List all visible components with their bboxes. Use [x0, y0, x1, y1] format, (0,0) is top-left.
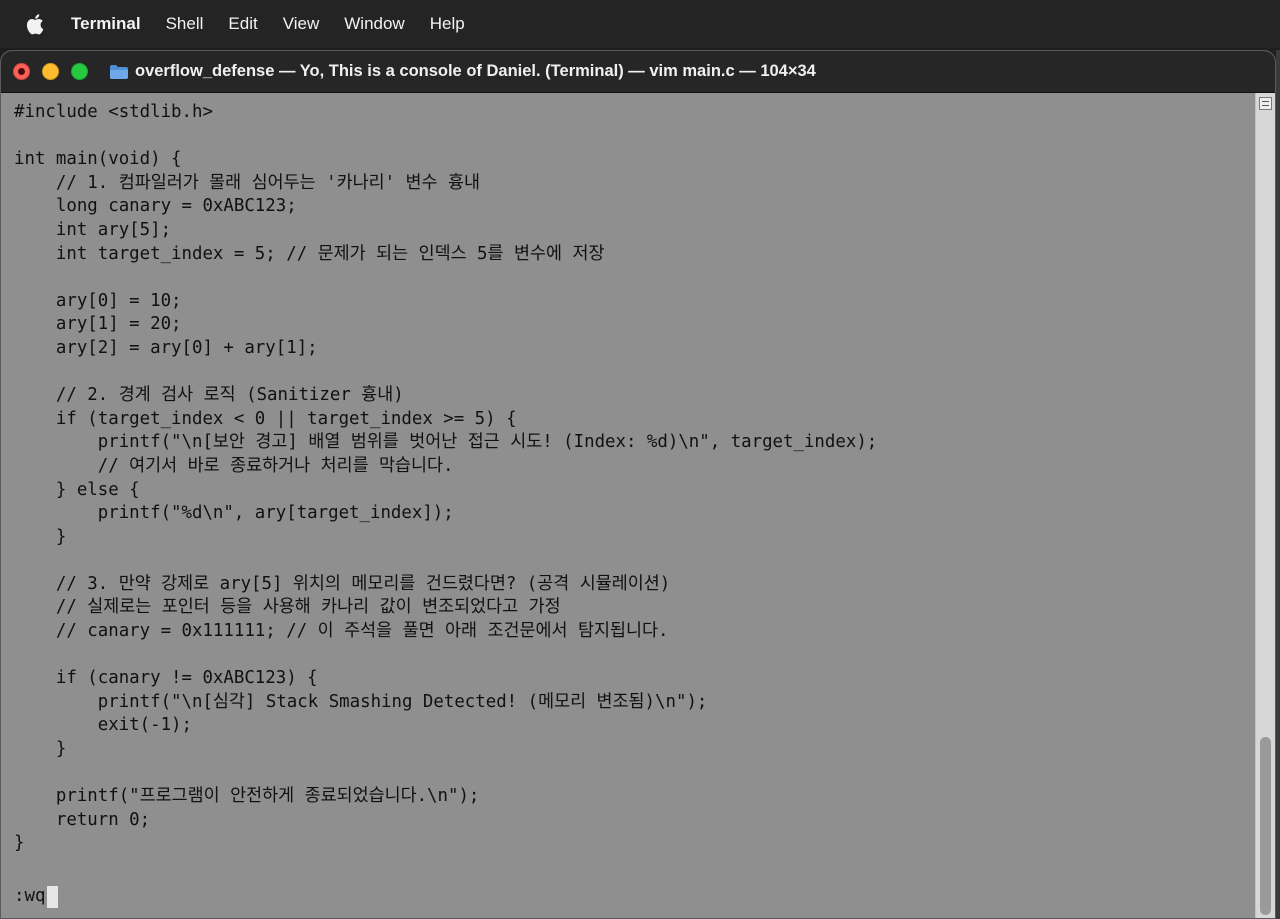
code-line: } [14, 526, 67, 547]
code-line: long canary = 0xABC123; [14, 196, 297, 217]
background-strip [1276, 50, 1280, 919]
code-line: // 2. 경계 검사 로직 (Sanitizer 흉내) [14, 385, 404, 406]
code-line: int target_index = 5; // 문제가 되는 인덱스 5를 변… [14, 243, 605, 264]
code-line: // canary = 0x111111; // 이 주석을 풀면 아래 조건문… [14, 621, 669, 642]
code-line: } [14, 833, 25, 854]
code-line: if (target_index < 0 || target_index >= … [14, 408, 517, 429]
code-line: #include <stdlib.h> [14, 102, 213, 122]
apple-icon[interactable] [24, 12, 46, 36]
text-cursor [47, 885, 59, 908]
code-line: // 1. 컴파일러가 몰래 심어두는 '카나리' 변수 흉내 [14, 172, 480, 193]
menu-view[interactable]: View [283, 14, 320, 34]
code-line: printf("\n[보안 경고] 배열 범위를 벗어난 접근 시도! (Ind… [14, 432, 878, 453]
menu-help[interactable]: Help [430, 14, 465, 34]
code-line: // 3. 만약 강제로 ary[5] 위치의 메모리를 건드렸다면? (공격 … [14, 573, 671, 594]
code-line: printf("프로그램이 안전하게 종료되었습니다.\n"); [14, 786, 480, 807]
window-title: overflow_defense — Yo, This is a console… [109, 62, 816, 81]
code-line: // 실제로는 포인터 등을 사용해 카나리 값이 변조되었다고 가정 [14, 597, 561, 618]
menu-app-terminal[interactable]: Terminal [71, 14, 141, 34]
code-line: if (canary != 0xABC123) { [14, 668, 318, 689]
code-line: printf("\n[심각] Stack Smashing Detected! … [14, 691, 708, 712]
code-line: // 여기서 바로 종료하거나 처리를 막습니다. [14, 455, 454, 476]
code-line: return 0; [14, 809, 151, 830]
code-line: int ary[5]; [14, 219, 172, 240]
code-line: ary[1] = 20; [14, 314, 182, 335]
code-line: } else { [14, 479, 140, 500]
code-line: exit(-1); [14, 715, 192, 736]
terminal-window: overflow_defense — Yo, This is a console… [0, 50, 1276, 919]
code-line: ary[0] = 10; [14, 290, 182, 311]
menu-bar: Terminal Shell Edit View Window Help [0, 0, 1280, 48]
code-line: ary[2] = ary[0] + ary[1]; [14, 337, 318, 358]
menu-edit[interactable]: Edit [228, 14, 257, 34]
code-line: printf("%d\n", ary[target_index]); [14, 503, 454, 524]
menu-window[interactable]: Window [344, 14, 404, 34]
command-text: :wq [14, 886, 46, 906]
scrollbar-toggle-icon[interactable] [1259, 97, 1272, 110]
minimize-window-button[interactable] [42, 63, 59, 80]
scrollbar-thumb[interactable] [1260, 737, 1271, 915]
code-line: int main(void) { [14, 149, 182, 170]
scrollbar-track[interactable] [1255, 93, 1275, 918]
vim-command-line[interactable]: :wq [14, 885, 59, 909]
folder-icon [109, 64, 129, 80]
code-buffer[interactable]: #include <stdlib.h> int main(void) { // … [1, 93, 1253, 856]
close-window-button[interactable] [13, 63, 30, 80]
maximize-window-button[interactable] [71, 63, 88, 80]
title-bar[interactable]: overflow_defense — Yo, This is a console… [1, 51, 1275, 93]
vim-editor[interactable]: #include <stdlib.h> int main(void) { // … [1, 93, 1253, 918]
menu-shell[interactable]: Shell [166, 14, 204, 34]
window-title-text: overflow_defense — Yo, This is a console… [135, 62, 816, 80]
code-line: } [14, 739, 67, 760]
